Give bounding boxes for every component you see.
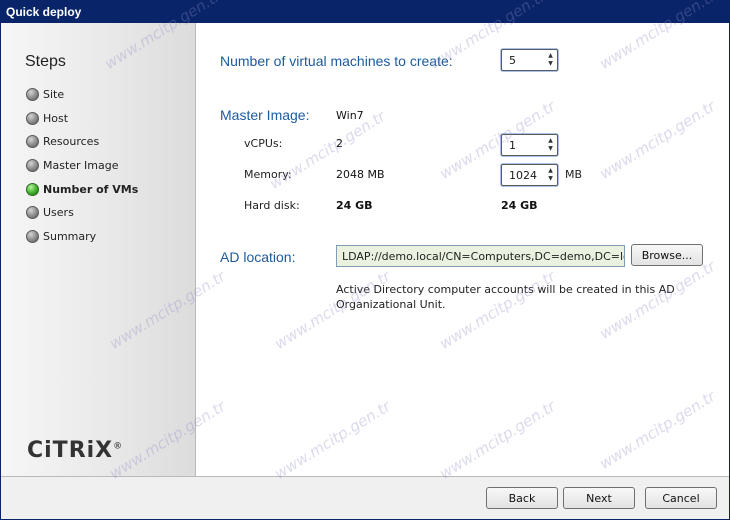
- memory-arrows: ▲ ▼: [544, 165, 557, 185]
- back-button[interactable]: Back: [486, 487, 558, 509]
- ad-location-field[interactable]: LDAP://demo.local/CN=Computers,DC=demo,D…: [336, 245, 625, 267]
- master-image-label: Master Image:: [220, 107, 310, 123]
- step-label: Summary: [43, 229, 97, 243]
- step-status-icon: [26, 229, 39, 243]
- memory-unit: MB: [565, 168, 583, 181]
- memory-image-value: 2048 MB: [336, 168, 385, 181]
- memory-label: Memory:: [244, 168, 292, 181]
- quick-deploy-window: Quick deploy Steps Site Host Resources M…: [0, 0, 730, 520]
- vm-count-arrows: ▲ ▼: [544, 50, 557, 70]
- step-status-icon: [26, 134, 39, 148]
- logo-text: CiTRiX: [27, 438, 114, 463]
- step-site: Site: [26, 85, 191, 103]
- memory-stepper[interactable]: 1024 ▲ ▼: [501, 164, 558, 186]
- step-label: Master Image: [43, 158, 119, 172]
- step-label: Users: [43, 205, 74, 219]
- next-button[interactable]: Next: [563, 487, 635, 509]
- step-number-of-vms: Number of VMs: [26, 180, 191, 198]
- step-current-icon: [26, 182, 39, 196]
- steps-sidebar: Steps Site Host Resources Master Image N…: [1, 23, 196, 476]
- step-master-image: Master Image: [26, 156, 191, 174]
- browse-button[interactable]: Browse...: [631, 244, 703, 266]
- spin-up-icon[interactable]: ▲: [548, 137, 553, 145]
- vcpus-image-value: 2: [336, 137, 343, 150]
- spin-up-icon[interactable]: ▲: [548, 52, 553, 60]
- ad-location-label: AD location:: [220, 249, 296, 265]
- memory-value: 1024: [509, 169, 537, 182]
- hard-disk-label: Hard disk:: [244, 199, 300, 212]
- wizard-footer: Back Next Cancel: [1, 476, 729, 519]
- step-label: Number of VMs: [43, 182, 139, 196]
- vm-count-label: Number of virtual machines to create:: [220, 53, 453, 69]
- ad-location-note: Active Directory computer accounts will …: [336, 283, 675, 311]
- step-host: Host: [26, 109, 191, 127]
- step-status-icon: [26, 205, 39, 219]
- spin-up-icon[interactable]: ▲: [548, 167, 553, 175]
- spin-down-icon[interactable]: ▼: [548, 175, 553, 183]
- vcpus-stepper[interactable]: 1 ▲ ▼: [501, 134, 558, 156]
- vm-count-value: 5: [509, 54, 516, 67]
- step-status-icon: [26, 87, 39, 101]
- step-resources: Resources: [26, 132, 191, 150]
- spin-down-icon[interactable]: ▼: [548, 145, 553, 153]
- step-label: Resources: [43, 134, 100, 148]
- window-title: Quick deploy: [1, 1, 729, 23]
- vcpus-arrows: ▲ ▼: [544, 135, 557, 155]
- citrix-logo: CiTRiX®: [27, 438, 122, 463]
- vcpus-label: vCPUs:: [244, 137, 283, 150]
- steps-title: Steps: [25, 53, 66, 70]
- spin-down-icon[interactable]: ▼: [548, 60, 553, 68]
- main-panel: Number of virtual machines to create: 5 …: [197, 23, 729, 476]
- step-label: Host: [43, 111, 69, 125]
- step-status-icon: [26, 111, 39, 125]
- step-status-icon: [26, 158, 39, 172]
- hard-disk-image-value: 24 GB: [336, 199, 373, 212]
- master-image-name: Win7: [336, 109, 364, 122]
- cancel-button[interactable]: Cancel: [645, 487, 717, 509]
- step-users: Users: [26, 203, 191, 221]
- step-summary: Summary: [26, 227, 191, 245]
- vcpus-value: 1: [509, 139, 516, 152]
- logo-registered-mark: ®: [113, 441, 123, 452]
- vm-count-stepper[interactable]: 5 ▲ ▼: [501, 49, 558, 71]
- step-label: Site: [43, 87, 65, 101]
- hard-disk-value: 24 GB: [501, 199, 538, 212]
